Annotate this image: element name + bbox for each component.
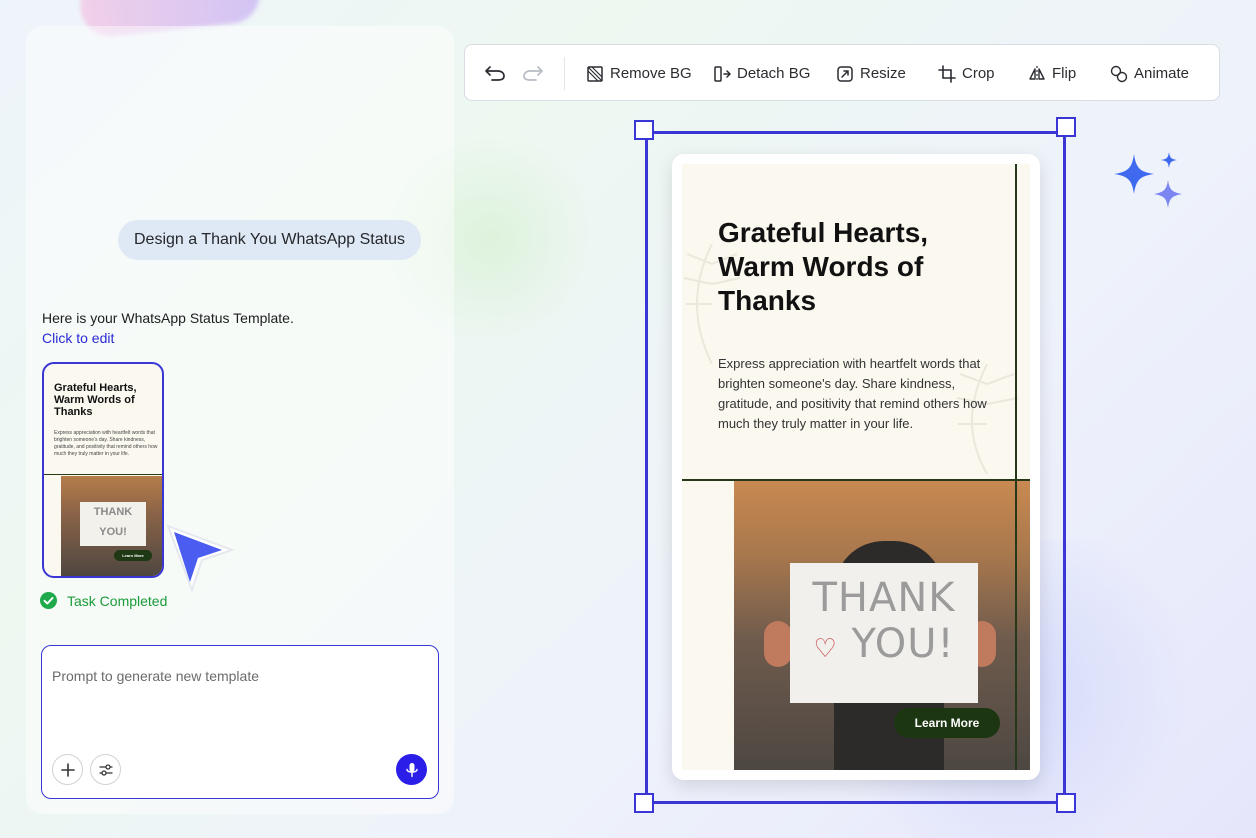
sign-line-2: YOU! [851, 621, 955, 667]
heart-icon: ♡ [813, 634, 838, 664]
microphone-button[interactable] [396, 754, 427, 785]
sliders-icon [98, 763, 113, 776]
flip-button[interactable]: Flip [1028, 45, 1076, 102]
learn-more-button[interactable]: Learn More [894, 708, 1000, 738]
remove-bg-label: Remove BG [610, 65, 692, 82]
task-completed-label: Task Completed [67, 592, 168, 609]
remove-bg-icon [587, 65, 603, 82]
animate-label: Animate [1134, 65, 1190, 82]
resize-button[interactable]: Resize [836, 45, 906, 102]
add-button[interactable] [52, 754, 83, 785]
settings-button[interactable] [90, 754, 121, 785]
resize-handle-top-right[interactable] [1056, 117, 1076, 137]
resize-handle-bottom-left[interactable] [634, 793, 654, 813]
thank-you-sign: THANK ♡ YOU! [790, 563, 978, 703]
redo-button[interactable] [522, 62, 544, 84]
redo-icon [523, 66, 543, 81]
prompt-input[interactable] [52, 664, 422, 688]
user-message-bubble: Design a Thank You WhatsApp Status [118, 220, 421, 260]
sign-line-1: THANK [812, 575, 956, 621]
thumbnail-sign: THANK YOU! [80, 502, 146, 546]
detach-bg-button[interactable]: Detach BG [713, 45, 810, 102]
crop-icon [938, 64, 956, 83]
plus-icon [60, 762, 75, 777]
sparkle-icon [1114, 152, 1182, 208]
check-circle-icon [40, 592, 57, 609]
undo-icon [485, 66, 505, 81]
animate-button[interactable]: Animate [1110, 45, 1189, 102]
prompt-box [41, 645, 439, 799]
card-divider-vertical [1015, 164, 1017, 770]
thumbnail-body: Express appreciation with heartfelt word… [54, 430, 158, 457]
thumbnail-title: Grateful Hearts, Warm Words of Thanks [54, 382, 137, 418]
remove-bg-button[interactable]: Remove BG [586, 45, 692, 102]
card-body-text[interactable]: Express appreciation with heartfelt word… [718, 354, 998, 434]
microphone-icon [405, 762, 418, 777]
thumbnail-divider [44, 474, 162, 475]
flip-icon [1029, 65, 1045, 82]
bot-message: Here is your WhatsApp Status Template. [42, 310, 294, 326]
template-card[interactable]: Grateful Hearts, Warm Words of Thanks Ex… [672, 154, 1040, 780]
editor-toolbar: Remove BG Detach BG Resize Crop Flip Ani… [464, 44, 1220, 101]
crop-label: Crop [962, 65, 995, 82]
thumbnail-learn-more-button: Learn More [114, 550, 152, 561]
resize-icon [837, 65, 853, 82]
hand-left [764, 621, 792, 667]
toolbar-divider [564, 57, 565, 90]
detach-bg-icon [714, 65, 731, 82]
template-canvas: Grateful Hearts, Warm Words of Thanks Ex… [682, 164, 1030, 770]
click-to-edit-link[interactable]: Click to edit [42, 330, 114, 346]
undo-button[interactable] [484, 62, 506, 84]
task-status: Task Completed [40, 592, 167, 609]
crop-button[interactable]: Crop [938, 45, 995, 102]
animate-icon [1110, 65, 1128, 82]
resize-handle-bottom-right[interactable] [1056, 793, 1076, 813]
detach-bg-label: Detach BG [737, 65, 811, 82]
card-title[interactable]: Grateful Hearts, Warm Words of Thanks [718, 216, 978, 318]
template-thumbnail[interactable]: Grateful Hearts, Warm Words of Thanks Ex… [42, 362, 164, 578]
flip-label: Flip [1052, 65, 1077, 82]
resize-handle-top-left[interactable] [634, 120, 654, 140]
resize-label: Resize [860, 65, 906, 82]
cursor-pointer-icon [166, 524, 235, 593]
